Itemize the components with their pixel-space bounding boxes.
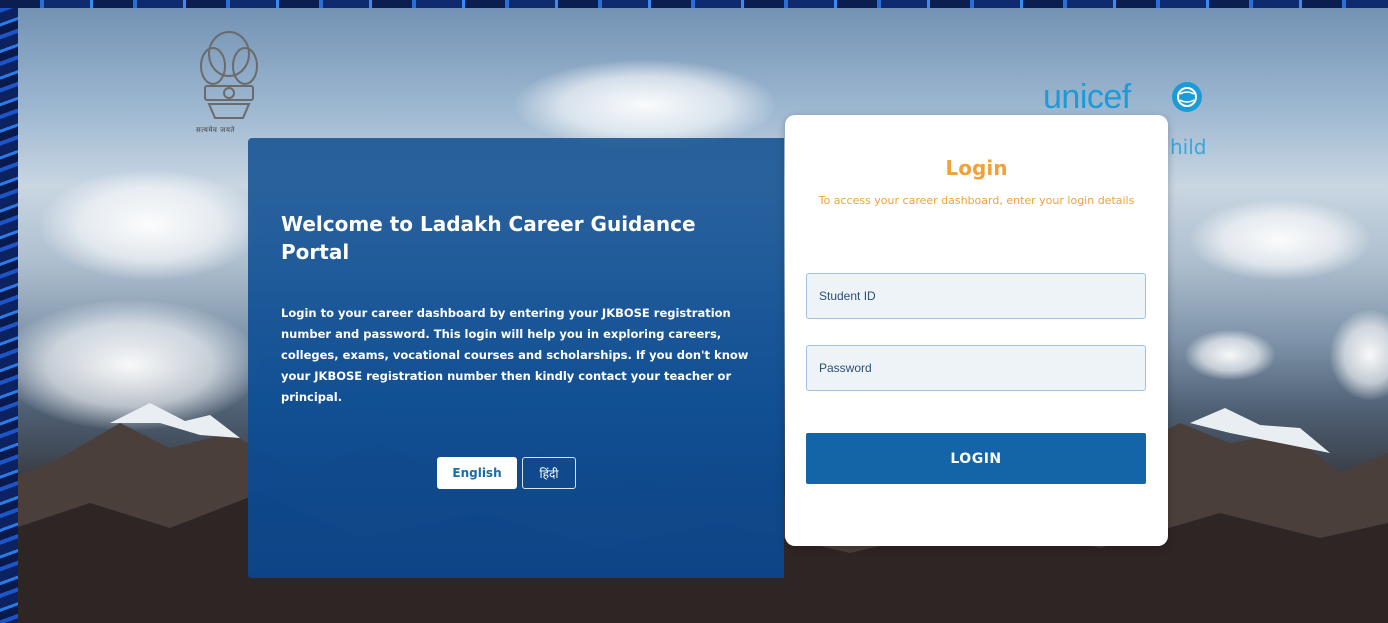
unicef-tagline: hild: [1170, 135, 1207, 159]
login-button[interactable]: LOGIN: [806, 433, 1146, 484]
decorative-edge-left: [0, 0, 18, 623]
decorative-edge-top: [0, 0, 1388, 8]
cloud: [515, 60, 775, 150]
language-english-button[interactable]: English: [437, 457, 517, 489]
language-hindi-button[interactable]: हिंदी: [522, 457, 576, 489]
password-input[interactable]: Password: [806, 345, 1146, 391]
cloud: [40, 170, 260, 280]
unicef-globe-icon: [1172, 82, 1202, 112]
welcome-description: Login to your career dashboard by enteri…: [281, 306, 749, 404]
login-title: Login: [945, 156, 1008, 180]
unicef-logo: unicef: [1043, 78, 1131, 116]
national-emblem-icon: [200, 31, 258, 119]
student-id-input[interactable]: Student ID: [806, 273, 1146, 319]
login-subtitle: To access your career dashboard, enter y…: [818, 194, 1135, 207]
welcome-title: Welcome to Ladakh Career Guidance Portal: [281, 212, 696, 264]
welcome-panel: Welcome to Ladakh Career Guidance Portal…: [248, 138, 784, 578]
login-card: Login To access your career dashboard, e…: [785, 115, 1168, 546]
emblem-caption: सत्यमेव जयते: [196, 126, 235, 134]
cloud: [1190, 200, 1370, 280]
